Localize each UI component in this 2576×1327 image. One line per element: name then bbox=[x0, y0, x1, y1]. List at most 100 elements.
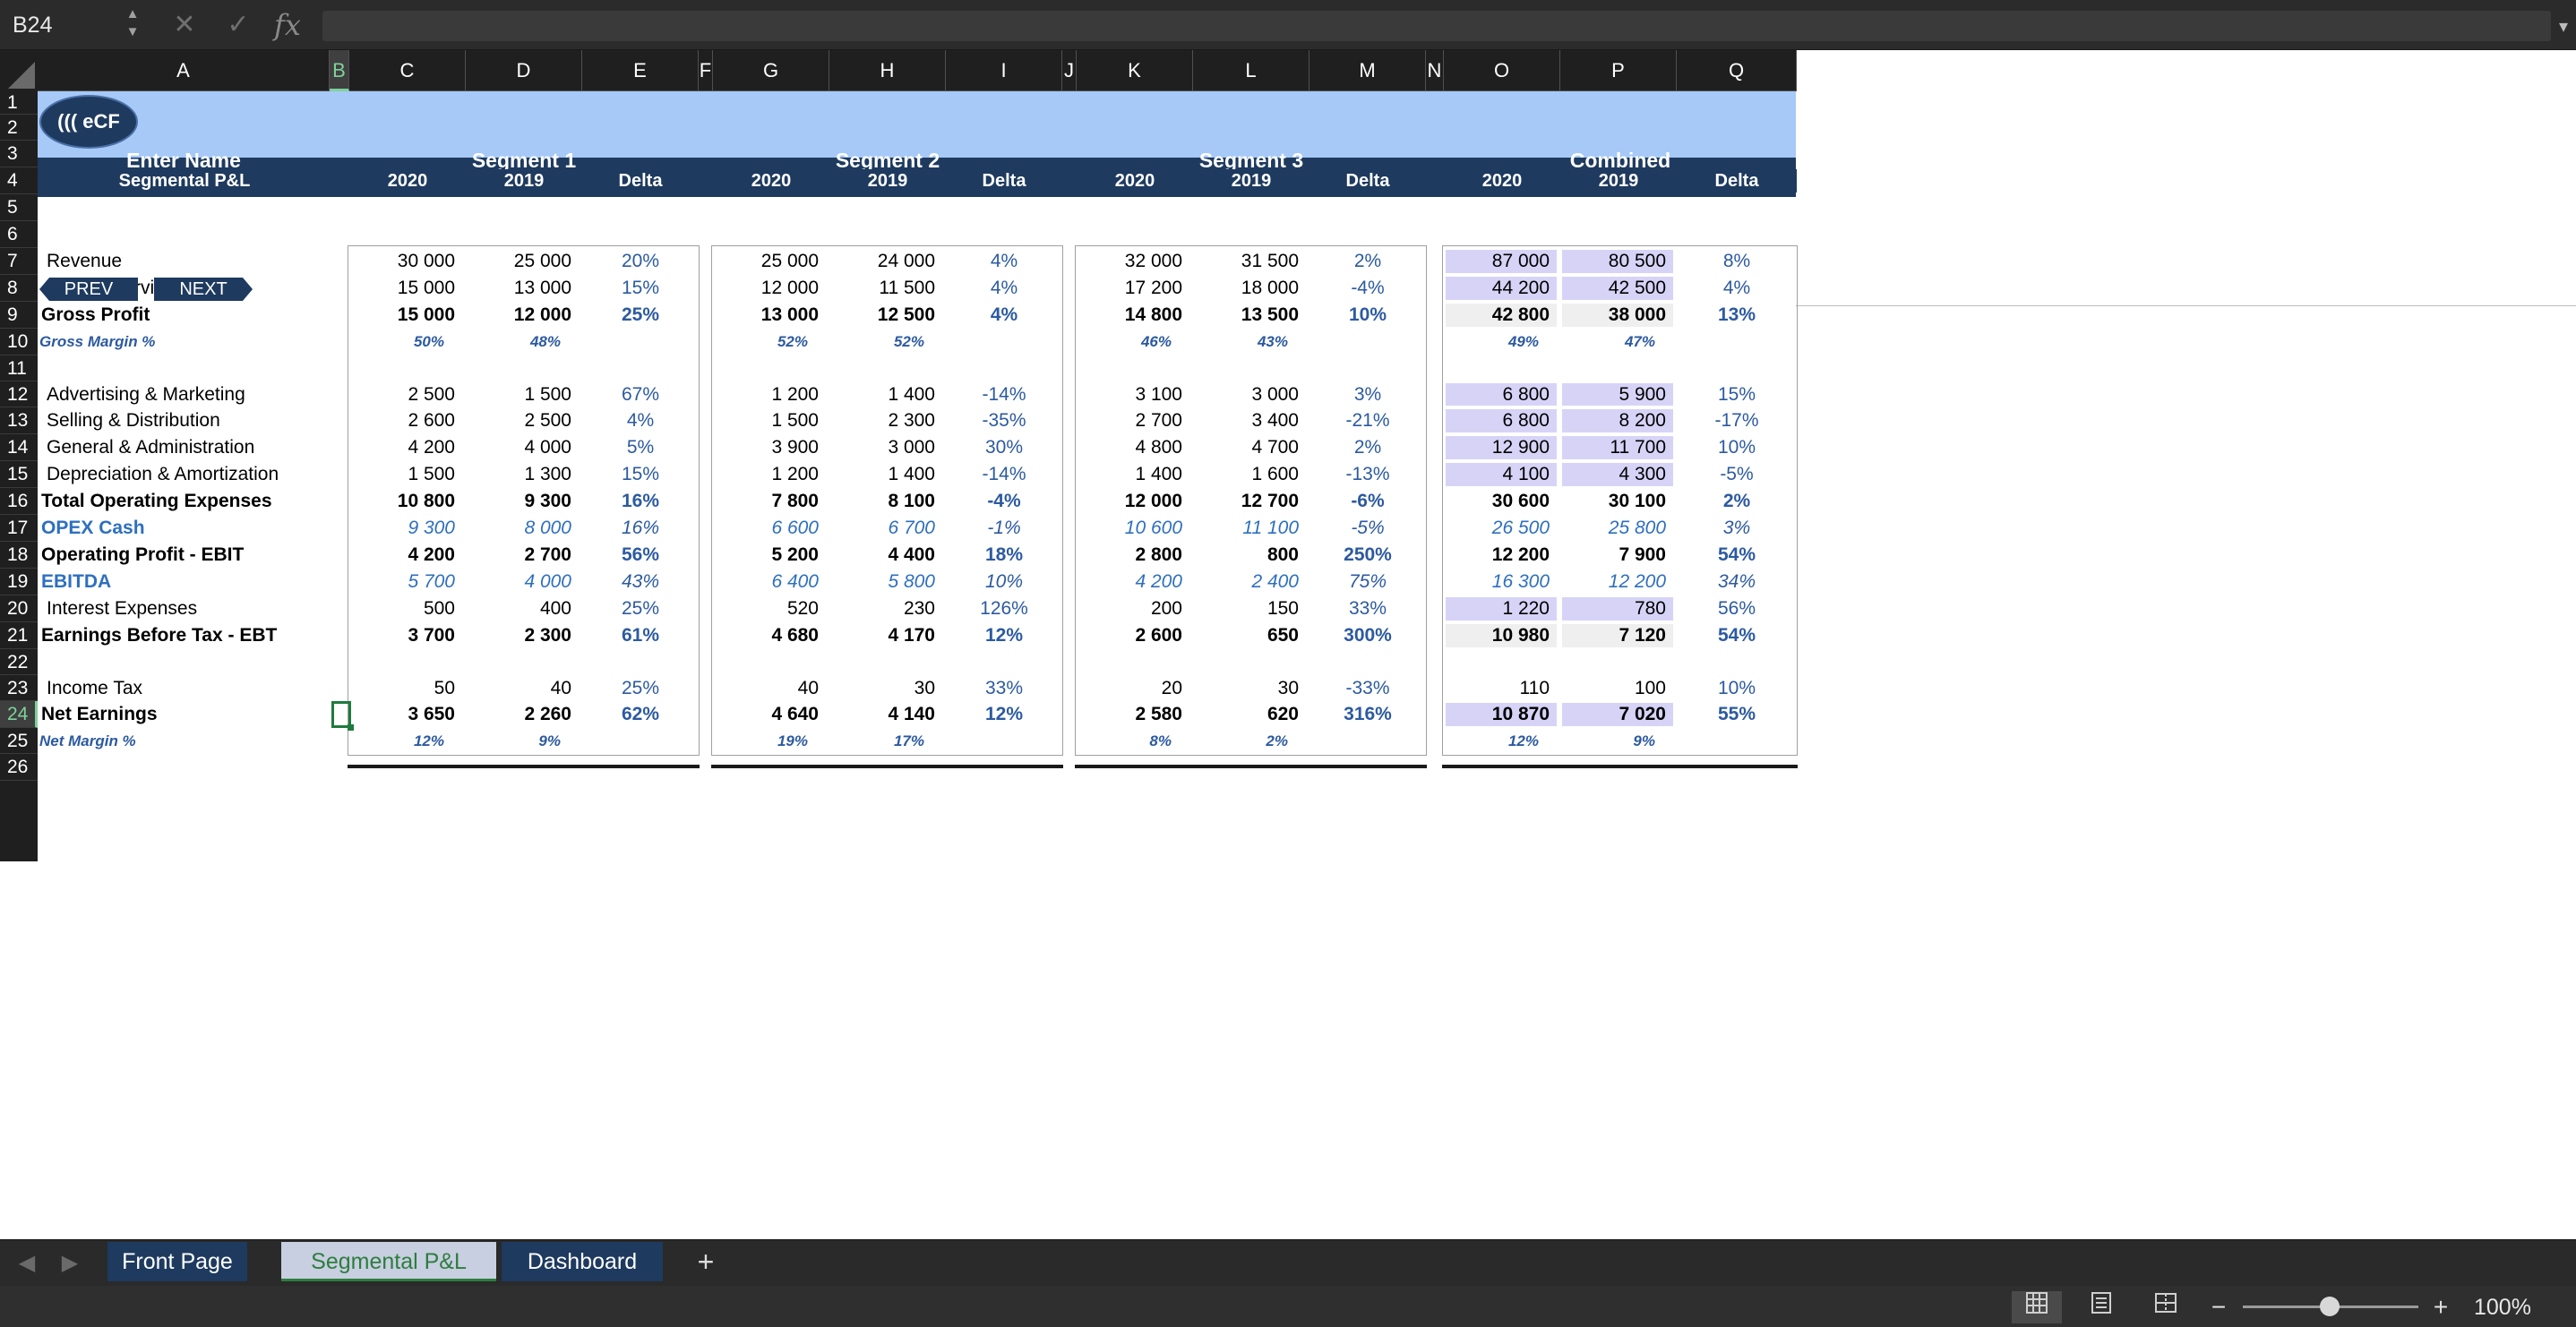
value-cell[interactable]: 126% bbox=[946, 595, 1062, 622]
value-cell[interactable]: -13% bbox=[1309, 461, 1426, 488]
value-cell[interactable]: 44 200 bbox=[1444, 275, 1550, 302]
page-break-view-icon[interactable] bbox=[2141, 1291, 2191, 1323]
value-cell[interactable]: 40 bbox=[713, 675, 819, 701]
value-cell[interactable]: 75% bbox=[1309, 569, 1426, 595]
column-header-f[interactable]: F bbox=[699, 50, 713, 91]
page-layout-view-icon[interactable] bbox=[2076, 1291, 2126, 1323]
value-cell[interactable]: 4 100 bbox=[1444, 461, 1550, 488]
column-header-j[interactable]: J bbox=[1062, 50, 1077, 91]
value-cell[interactable]: 3 650 bbox=[349, 701, 455, 728]
row-header-16[interactable]: 16 bbox=[0, 488, 38, 515]
value-cell[interactable] bbox=[1309, 329, 1426, 355]
value-cell[interactable]: 32 000 bbox=[1077, 248, 1182, 275]
value-cell[interactable]: 7 120 bbox=[1560, 622, 1666, 649]
value-cell[interactable]: 10 800 bbox=[349, 488, 455, 515]
value-cell[interactable]: 650 bbox=[1193, 622, 1299, 649]
value-cell[interactable] bbox=[1677, 728, 1797, 754]
value-cell[interactable]: 19% bbox=[713, 728, 808, 754]
value-cell[interactable]: 3 900 bbox=[713, 434, 819, 461]
value-cell[interactable]: 4 640 bbox=[713, 701, 819, 728]
value-cell[interactable]: 3% bbox=[1309, 381, 1426, 407]
value-cell[interactable]: 25 000 bbox=[466, 248, 571, 275]
value-cell[interactable]: 11 500 bbox=[829, 275, 935, 302]
zoom-slider-knob[interactable] bbox=[2320, 1297, 2340, 1316]
value-cell[interactable]: 26 500 bbox=[1444, 515, 1550, 542]
value-cell[interactable]: 25% bbox=[582, 675, 699, 701]
value-cell[interactable]: 12% bbox=[946, 701, 1062, 728]
value-cell[interactable]: -14% bbox=[946, 381, 1062, 407]
value-cell[interactable]: 61% bbox=[582, 622, 699, 649]
prev-button[interactable]: PREV bbox=[39, 278, 138, 301]
value-cell[interactable]: 2 500 bbox=[466, 407, 571, 434]
column-header-o[interactable]: O bbox=[1444, 50, 1560, 91]
value-cell[interactable]: 52% bbox=[713, 329, 808, 355]
value-cell[interactable]: 100 bbox=[1560, 675, 1666, 701]
row-header-8[interactable]: 8 bbox=[0, 275, 38, 302]
value-cell[interactable]: 3% bbox=[1677, 515, 1797, 542]
value-cell[interactable]: 12% bbox=[1444, 728, 1539, 754]
value-cell[interactable]: 12% bbox=[946, 622, 1062, 649]
value-cell[interactable]: 8 000 bbox=[466, 515, 571, 542]
value-cell[interactable]: 2 260 bbox=[466, 701, 571, 728]
column-header-q[interactable]: Q bbox=[1677, 50, 1797, 91]
value-cell[interactable]: 4 680 bbox=[713, 622, 819, 649]
value-cell[interactable]: 54% bbox=[1677, 622, 1797, 649]
value-cell[interactable]: 4 000 bbox=[466, 569, 571, 595]
value-cell[interactable]: 54% bbox=[1677, 542, 1797, 569]
value-cell[interactable]: 9% bbox=[466, 728, 561, 754]
value-cell[interactable]: 10 600 bbox=[1077, 515, 1182, 542]
value-cell[interactable]: 10% bbox=[1677, 675, 1797, 701]
value-cell[interactable]: 8% bbox=[1677, 248, 1797, 275]
value-cell[interactable]: 2% bbox=[1309, 248, 1426, 275]
value-cell[interactable]: 33% bbox=[1309, 595, 1426, 622]
value-cell[interactable] bbox=[1677, 329, 1797, 355]
value-cell[interactable]: 4% bbox=[946, 248, 1062, 275]
value-cell[interactable]: -14% bbox=[946, 461, 1062, 488]
confirm-icon[interactable]: ✓ bbox=[220, 7, 256, 43]
value-cell[interactable]: 16 300 bbox=[1444, 569, 1550, 595]
value-cell[interactable]: 24 000 bbox=[829, 248, 935, 275]
normal-view-icon[interactable] bbox=[2012, 1291, 2062, 1323]
value-cell[interactable]: 62% bbox=[582, 701, 699, 728]
value-cell[interactable]: 30 100 bbox=[1560, 488, 1666, 515]
value-cell[interactable]: 30 600 bbox=[1444, 488, 1550, 515]
value-cell[interactable]: 2 500 bbox=[349, 381, 455, 407]
value-cell[interactable]: 7 020 bbox=[1560, 701, 1666, 728]
value-cell[interactable]: 8 100 bbox=[829, 488, 935, 515]
value-cell[interactable]: 10% bbox=[946, 569, 1062, 595]
row-header-1[interactable]: 1 bbox=[0, 91, 38, 115]
value-cell[interactable]: 30 bbox=[1193, 675, 1299, 701]
name-box[interactable]: B24 bbox=[0, 5, 116, 45]
value-cell[interactable] bbox=[946, 728, 1062, 754]
row-header-10[interactable]: 10 bbox=[0, 329, 38, 355]
column-header-b[interactable]: B bbox=[330, 50, 349, 91]
row-header-2[interactable]: 2 bbox=[0, 115, 38, 141]
formula-input[interactable] bbox=[322, 11, 2551, 41]
column-header-m[interactable]: M bbox=[1309, 50, 1426, 91]
chevron-down-icon[interactable]: ▾ bbox=[2551, 9, 2576, 45]
value-cell[interactable]: 780 bbox=[1560, 595, 1666, 622]
value-cell[interactable]: 25 800 bbox=[1560, 515, 1666, 542]
value-cell[interactable]: 16% bbox=[582, 515, 699, 542]
value-cell[interactable]: 4% bbox=[946, 275, 1062, 302]
value-cell[interactable]: 2 700 bbox=[1077, 407, 1182, 434]
value-cell[interactable]: 3 400 bbox=[1193, 407, 1299, 434]
row-header-4[interactable]: 4 bbox=[0, 167, 38, 194]
row-header-15[interactable]: 15 bbox=[0, 461, 38, 488]
value-cell[interactable]: 10% bbox=[1309, 302, 1426, 329]
value-cell[interactable]: 2 600 bbox=[1077, 622, 1182, 649]
tab-front-page[interactable]: Front Page bbox=[107, 1242, 247, 1281]
value-cell[interactable]: 8% bbox=[1077, 728, 1172, 754]
value-cell[interactable]: 12 500 bbox=[829, 302, 935, 329]
value-cell[interactable]: 50 bbox=[349, 675, 455, 701]
value-cell[interactable]: -4% bbox=[1309, 275, 1426, 302]
value-cell[interactable]: 2 400 bbox=[1193, 569, 1299, 595]
value-cell[interactable]: 52% bbox=[829, 329, 924, 355]
row-header-22[interactable]: 22 bbox=[0, 649, 38, 675]
value-cell[interactable]: 49% bbox=[1444, 329, 1539, 355]
value-cell[interactable]: 67% bbox=[582, 381, 699, 407]
value-cell[interactable]: 1 500 bbox=[466, 381, 571, 407]
value-cell[interactable] bbox=[1309, 728, 1426, 754]
value-cell[interactable]: 1 400 bbox=[829, 381, 935, 407]
value-cell[interactable]: 15% bbox=[582, 275, 699, 302]
